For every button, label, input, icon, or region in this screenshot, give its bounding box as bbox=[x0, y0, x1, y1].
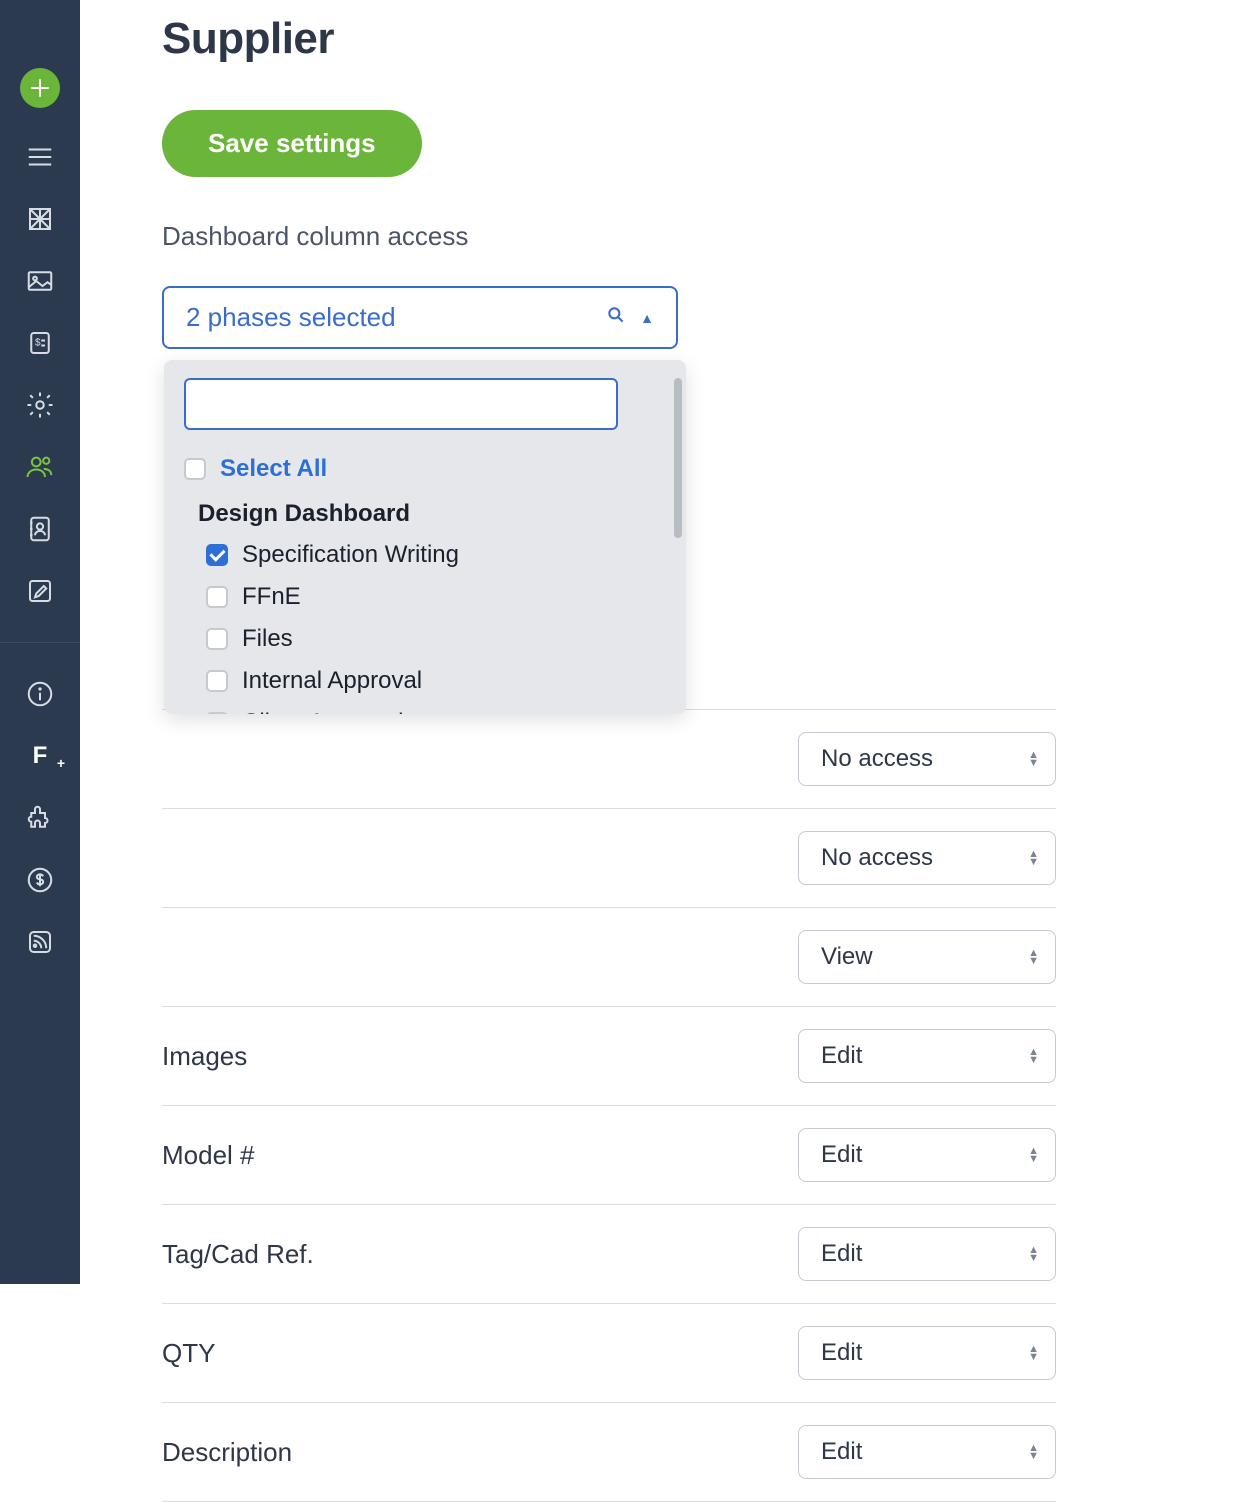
option-label: Files bbox=[242, 625, 293, 653]
option-checkbox[interactable] bbox=[206, 586, 228, 608]
access-value: Edit bbox=[821, 1438, 862, 1466]
gear-icon[interactable] bbox=[23, 388, 57, 422]
option-label: Internal Approval bbox=[242, 667, 422, 695]
phase-select[interactable]: 2 phases selected ▲ bbox=[162, 286, 678, 349]
page-title: Supplier bbox=[162, 14, 1238, 64]
phase-select-text: 2 phases selected bbox=[186, 302, 396, 333]
field-rows: No access ▲▼ No access ▲▼ View ▲▼ Images Edit ▲▼… bbox=[162, 709, 1056, 1502]
f-plus-icon[interactable]: F+ bbox=[23, 739, 57, 773]
edit-icon[interactable] bbox=[23, 574, 57, 608]
rss-icon[interactable] bbox=[23, 925, 57, 959]
add-button[interactable] bbox=[20, 68, 60, 108]
access-select[interactable]: No access ▲▼ bbox=[798, 831, 1056, 885]
search-icon[interactable] bbox=[606, 305, 626, 330]
field-label: Images bbox=[162, 1041, 247, 1072]
image-icon[interactable] bbox=[23, 264, 57, 298]
access-value: Edit bbox=[821, 1141, 862, 1169]
option-checkbox[interactable] bbox=[206, 670, 228, 692]
access-select[interactable]: Edit ▲▼ bbox=[798, 1227, 1056, 1281]
stepper-icon[interactable]: ▲▼ bbox=[1028, 1246, 1039, 1262]
users-icon[interactable] bbox=[23, 450, 57, 484]
field-row: QTY Edit ▲▼ bbox=[162, 1304, 1056, 1403]
access-select[interactable]: Edit ▲▼ bbox=[798, 1128, 1056, 1182]
option-label: Client Approval bbox=[242, 709, 403, 714]
field-label: Description bbox=[162, 1437, 292, 1468]
select-all-label: Select All bbox=[220, 455, 327, 483]
section-label: Dashboard column access bbox=[162, 221, 1238, 252]
option-checkbox[interactable] bbox=[206, 712, 228, 714]
option-checkbox[interactable] bbox=[206, 544, 228, 566]
contacts-icon[interactable] bbox=[23, 512, 57, 546]
chevron-up-icon[interactable]: ▲ bbox=[640, 310, 654, 326]
stepper-icon[interactable]: ▲▼ bbox=[1028, 1444, 1039, 1460]
field-row: No access ▲▼ bbox=[162, 809, 1056, 908]
field-row: View ▲▼ bbox=[162, 908, 1056, 1007]
stepper-icon[interactable]: ▲▼ bbox=[1028, 1147, 1039, 1163]
access-value: No access bbox=[821, 745, 933, 773]
dropdown-option[interactable]: Client Approval bbox=[184, 702, 666, 714]
stepper-icon[interactable]: ▲▼ bbox=[1028, 1048, 1039, 1064]
dropdown-search-input[interactable] bbox=[184, 378, 618, 430]
access-value: No access bbox=[821, 844, 933, 872]
dropdown-group-label: Design Dashboard bbox=[184, 490, 666, 534]
sidebar: $ F+ bbox=[0, 0, 80, 1284]
select-all-row[interactable]: Select All bbox=[184, 448, 666, 490]
field-label: Model # bbox=[162, 1140, 255, 1171]
access-select[interactable]: View ▲▼ bbox=[798, 930, 1056, 984]
field-label: QTY bbox=[162, 1338, 215, 1369]
stepper-icon[interactable]: ▲▼ bbox=[1028, 850, 1039, 866]
puzzle-icon[interactable] bbox=[23, 801, 57, 835]
dropdown-option[interactable]: FFnE bbox=[184, 576, 666, 618]
field-label: Tag/Cad Ref. bbox=[162, 1239, 314, 1270]
stepper-icon[interactable]: ▲▼ bbox=[1028, 751, 1039, 767]
option-checkbox[interactable] bbox=[206, 628, 228, 650]
dropdown-option[interactable]: Files bbox=[184, 618, 666, 660]
field-row: Images Edit ▲▼ bbox=[162, 1007, 1056, 1106]
dollar-icon[interactable] bbox=[23, 863, 57, 897]
save-settings-button[interactable]: Save settings bbox=[162, 110, 422, 177]
scrollbar-thumb[interactable] bbox=[674, 378, 682, 538]
invoice-icon[interactable]: $ bbox=[23, 326, 57, 360]
menu-icon[interactable] bbox=[23, 140, 57, 174]
access-select[interactable]: Edit ▲▼ bbox=[798, 1029, 1056, 1083]
option-label: Specification Writing bbox=[242, 541, 459, 569]
field-row: Tag/Cad Ref. Edit ▲▼ bbox=[162, 1205, 1056, 1304]
sidebar-divider bbox=[0, 642, 80, 643]
dropdown-option[interactable]: Specification Writing bbox=[184, 534, 666, 576]
access-select[interactable]: Edit ▲▼ bbox=[798, 1425, 1056, 1479]
field-row: Model # Edit ▲▼ bbox=[162, 1106, 1056, 1205]
access-value: View bbox=[821, 943, 873, 971]
field-row: No access ▲▼ bbox=[162, 709, 1056, 809]
field-row: Description Edit ▲▼ bbox=[162, 1403, 1056, 1502]
select-all-checkbox[interactable] bbox=[184, 458, 206, 480]
option-label: FFnE bbox=[242, 583, 301, 611]
access-select[interactable]: Edit ▲▼ bbox=[798, 1326, 1056, 1380]
access-value: Edit bbox=[821, 1240, 862, 1268]
svg-text:$: $ bbox=[35, 338, 41, 349]
phase-dropdown: Select All Design Dashboard Specificatio… bbox=[164, 360, 686, 714]
info-icon[interactable] bbox=[23, 677, 57, 711]
access-value: Edit bbox=[821, 1339, 862, 1367]
dropdown-option[interactable]: Internal Approval bbox=[184, 660, 666, 702]
stepper-icon[interactable]: ▲▼ bbox=[1028, 1345, 1039, 1361]
fabric-icon[interactable] bbox=[23, 202, 57, 236]
access-value: Edit bbox=[821, 1042, 862, 1070]
access-select[interactable]: No access ▲▼ bbox=[798, 732, 1056, 786]
stepper-icon[interactable]: ▲▼ bbox=[1028, 949, 1039, 965]
